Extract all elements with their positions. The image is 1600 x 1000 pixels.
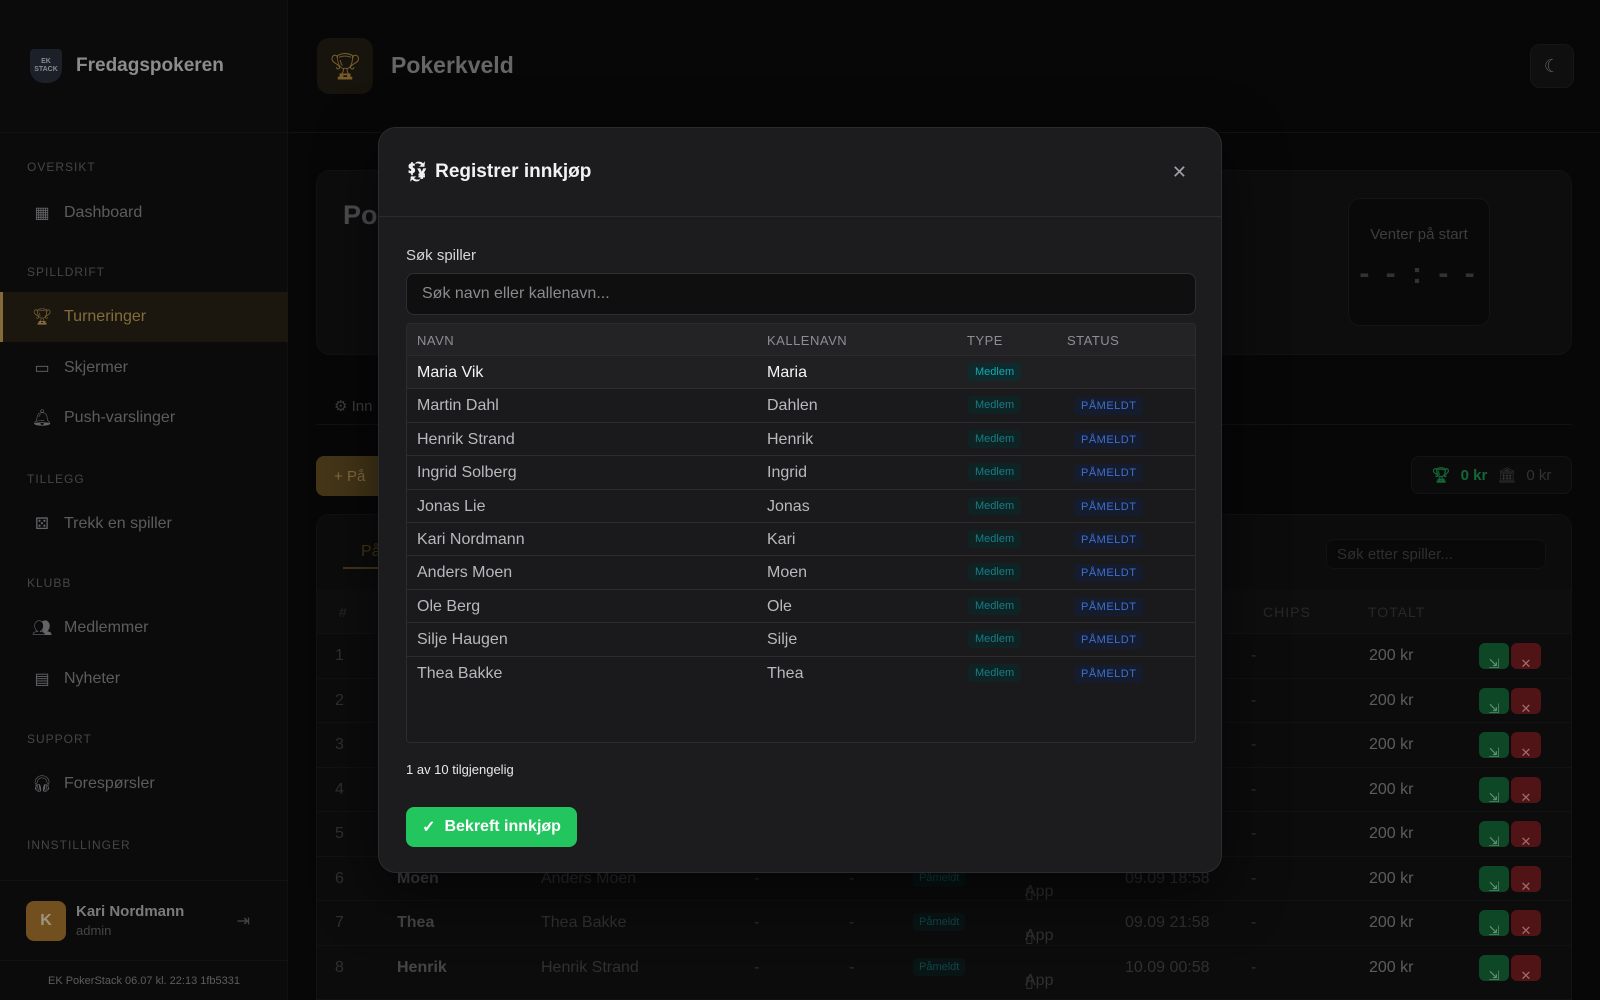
availability-count: 1 av 10 tilgjengelig (406, 762, 514, 777)
player-name: Ingrid Solberg (417, 464, 517, 482)
type-badge: Medlem (968, 529, 1022, 548)
type-badge: Medlem (968, 463, 1022, 482)
money-icon: 💱︎ (405, 162, 430, 183)
player-name: Kari Nordmann (417, 530, 525, 548)
status-badge: PÅMELDT (1074, 397, 1144, 416)
status-badge: PÅMELDT (1074, 497, 1144, 516)
player-nickname: Dahlen (767, 397, 818, 415)
player-name: Ole Berg (417, 597, 481, 615)
player-table-header: NAVN KALLENAVN TYPE STATUS (407, 324, 1195, 355)
type-badge: Medlem (968, 563, 1022, 582)
search-label: Søk spiller (406, 247, 477, 264)
player-name: Martin Dahl (417, 397, 499, 415)
type-badge: Medlem (968, 630, 1022, 649)
player-nickname: Jonas (767, 497, 810, 515)
register-buyin-modal: 💱︎ Registrer innkjøp ✕ Søk spiller NAVN … (378, 127, 1222, 873)
col-type: TYPE (967, 333, 1003, 348)
col-name: NAVN (417, 333, 455, 348)
close-icon[interactable]: ✕ (1172, 162, 1187, 183)
player-row[interactable]: Maria Vik Maria Medlem (407, 355, 1195, 389)
player-row[interactable]: Thea Bakke Thea Medlem PÅMELDT (407, 655, 1195, 689)
player-search-input[interactable] (406, 273, 1196, 315)
confirm-buyin-button[interactable]: ✓ Bekreft innkjøp (406, 807, 577, 847)
modal-header: 💱︎ Registrer innkjøp ✕ (379, 128, 1221, 217)
player-row[interactable]: Kari Nordmann Kari Medlem PÅMELDT (407, 521, 1195, 555)
player-row[interactable]: Anders Moen Moen Medlem PÅMELDT (407, 555, 1195, 588)
confirm-label: Bekreft innkjøp (444, 818, 561, 835)
player-name: Henrik Strand (417, 430, 515, 448)
type-badge: Medlem (968, 663, 1022, 682)
type-badge: Medlem (968, 496, 1022, 515)
player-nickname: Ole (767, 597, 792, 615)
player-nickname: Silje (767, 631, 798, 649)
player-row[interactable]: Ole Berg Ole Medlem PÅMELDT (407, 588, 1195, 622)
status-badge: PÅMELDT (1074, 631, 1144, 650)
type-badge: Medlem (968, 429, 1022, 448)
player-nickname: Henrik (767, 430, 814, 448)
player-name: Maria Vik (417, 364, 484, 381)
player-row[interactable]: Martin Dahl Dahlen Medlem PÅMELDT (407, 388, 1195, 421)
type-badge: Medlem (968, 363, 1022, 381)
player-name: Silje Haugen (417, 631, 508, 649)
col-nickname: KALLENAVN (767, 333, 848, 348)
status-badge: PÅMELDT (1074, 564, 1144, 583)
type-badge: Medlem (968, 396, 1022, 415)
modal-title-text: Registrer innkjøp (435, 161, 592, 182)
modal-title: 💱︎ Registrer innkjøp (405, 160, 591, 184)
player-name: Jonas Lie (417, 497, 486, 515)
type-badge: Medlem (968, 596, 1022, 615)
player-nickname: Thea (767, 664, 804, 682)
col-status: STATUS (1067, 333, 1120, 348)
status-badge: PÅMELDT (1074, 430, 1144, 449)
player-nickname: Maria (767, 364, 808, 381)
player-nickname: Ingrid (767, 464, 808, 482)
player-row[interactable]: Silje Haugen Silje Medlem PÅMELDT (407, 622, 1195, 655)
player-row[interactable]: Henrik Strand Henrik Medlem PÅMELDT (407, 421, 1195, 455)
status-badge: PÅMELDT (1074, 597, 1144, 616)
player-name: Thea Bakke (417, 664, 503, 682)
status-badge: PÅMELDT (1074, 664, 1144, 683)
player-nickname: Moen (767, 564, 808, 582)
player-nickname: Kari (767, 530, 796, 548)
player-row[interactable]: Ingrid Solberg Ingrid Medlem PÅMELDT (407, 455, 1195, 488)
status-badge: PÅMELDT (1074, 530, 1144, 549)
check-icon: ✓ (422, 819, 436, 836)
status-badge: PÅMELDT (1074, 464, 1144, 483)
player-name: Anders Moen (417, 564, 513, 582)
player-table: NAVN KALLENAVN TYPE STATUS Maria Vik Mari… (406, 323, 1196, 743)
player-row[interactable]: Jonas Lie Jonas Medlem PÅMELDT (407, 488, 1195, 522)
